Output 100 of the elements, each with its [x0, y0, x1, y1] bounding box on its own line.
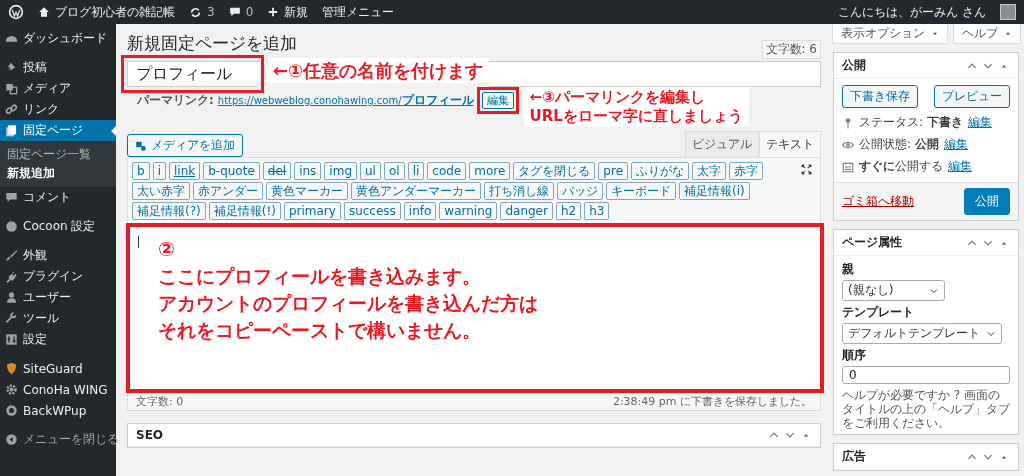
admin-menu-link[interactable]: 管理メニュー [322, 3, 395, 21]
trash-link[interactable]: ゴミ箱へ移動 [842, 193, 914, 210]
quicktag-button[interactable]: キーボード [606, 182, 676, 200]
sidebar-item[interactable]: コメント [0, 187, 116, 208]
quicktag-button[interactable]: link [168, 162, 201, 180]
edit-button[interactable]: 編集 [481, 91, 514, 109]
word-count: 文字数: 0 [136, 394, 184, 409]
quicktag-button[interactable]: b [132, 162, 150, 180]
gear-icon [5, 383, 18, 396]
save-draft-button[interactable]: 下書き保存 [842, 85, 918, 108]
highlight-frame [476, 86, 519, 114]
quicktag-button[interactable]: 補足情報(i) [679, 182, 750, 200]
editor-tab[interactable]: テキスト [759, 131, 821, 157]
shield-icon [5, 362, 18, 375]
quicktag-button[interactable]: img [324, 162, 357, 180]
quicktag-button[interactable]: code [427, 162, 467, 180]
quicktag-button[interactable]: warning [439, 202, 498, 220]
edit-link[interactable]: 編集 [948, 158, 972, 175]
sliders-icon [5, 333, 18, 346]
help-text: ヘルプが必要ですか ? 画面のタイトルの上の「ヘルプ」タブをご利用ください。 [842, 388, 1010, 430]
sidebar-item[interactable]: ダッシュボード [0, 28, 116, 49]
quicktag-button[interactable]: 黄色アンダーマーカー [351, 182, 481, 200]
quicktag-button[interactable]: ins [294, 162, 322, 180]
quicktag-button[interactable]: 太い赤字 [132, 182, 190, 200]
quicktag-button[interactable]: 黄色マーカー [266, 182, 348, 200]
sidebar-item[interactable]: ユーザー [0, 287, 116, 308]
submenu-item[interactable]: 新規追加 [0, 164, 116, 183]
quicktag-button[interactable]: 補足情報(!) [208, 202, 281, 220]
circle-icon [5, 220, 18, 233]
title-field[interactable]: プロフィール [127, 61, 259, 87]
pages-icon [5, 124, 18, 137]
add-media-button[interactable]: メディアを追加 [127, 134, 243, 157]
template-select[interactable]: デフォルトテンプレート [842, 323, 1002, 344]
quicktag-button[interactable]: ol [383, 162, 405, 180]
quicktag-button[interactable]: i [152, 162, 166, 180]
speech-bubble-icon [5, 191, 18, 204]
sidebar-item[interactable]: 投稿 [0, 57, 116, 78]
panel-title: SEO [136, 428, 164, 442]
sidebar-item[interactable]: ツール [0, 308, 116, 329]
edit-link[interactable]: 編集 [967, 114, 992, 131]
sidebar-item[interactable]: リンク [0, 99, 116, 120]
quicktag-button[interactable]: danger [500, 202, 553, 220]
parent-select[interactable]: (親なし) [842, 280, 946, 301]
home-icon [38, 6, 50, 18]
quicktag-button[interactable]: ul [360, 162, 381, 180]
sidebar-item[interactable]: プラグイン [0, 266, 116, 287]
screen-tab[interactable]: ヘルプ [953, 24, 1021, 44]
field-label: 順序 [842, 347, 867, 364]
quicktag-button[interactable]: 赤アンダー [193, 182, 263, 200]
autosave-status: 2:38:49 pm に下書きを保存しました。 [612, 394, 812, 409]
calendar-icon [842, 160, 854, 173]
quicktag-button[interactable]: primary [283, 202, 341, 220]
text-cursor [138, 236, 139, 248]
screen-tab[interactable]: 表示オプション [832, 24, 948, 44]
sidebar-item[interactable]: 外観 [0, 245, 116, 266]
quicktag-button[interactable]: 打ち消し線 [484, 182, 554, 200]
sidebar-item[interactable]: 固定ページ [0, 120, 116, 141]
quicktag-button[interactable]: h2 [555, 202, 582, 220]
site-name[interactable]: ブログ初心者の雑記帳 [55, 3, 175, 21]
text-editor[interactable]: ② ここにプロフィールを書き込みます。 アカウントのプロフィールを書き込んだ方は それをコピーペーストで構いません。 [127, 223, 821, 393]
publish-button[interactable]: 公開 [964, 188, 1010, 215]
sidebar-item[interactable]: メディア [0, 78, 116, 99]
quicktag-button[interactable]: 補足情報(?) [132, 202, 206, 220]
plug-icon [5, 270, 18, 283]
sidebar-item[interactable]: SiteGuard [0, 358, 116, 379]
quicktag-button[interactable]: info [403, 202, 437, 220]
quicktag-button[interactable]: pre [598, 162, 629, 180]
quicktag-button[interactable]: more [469, 162, 511, 180]
comment-count[interactable]: 0 [245, 5, 254, 19]
status-text: ステータス: 下書き [859, 114, 963, 131]
sidebar-item[interactable]: 設定 [0, 329, 116, 350]
quicktag-button[interactable]: li [407, 162, 425, 180]
quicktag-button[interactable]: b-quote [203, 162, 260, 180]
submenu-item[interactable]: 固定ページ一覧 [0, 145, 116, 164]
editor-tab[interactable]: ビジュアル [685, 131, 759, 157]
quicktag-button[interactable]: success [343, 202, 401, 220]
quicktag-button[interactable]: タグを閉じる [513, 162, 596, 180]
sidebar-item[interactable]: Cocoon 設定 [0, 216, 116, 237]
quicktag-button[interactable]: h3 [584, 202, 610, 220]
speech-bubble-icon [228, 6, 241, 18]
greeting[interactable]: こんにちは、がーみん さん [838, 3, 986, 21]
sidebar-item[interactable]: BackWPup [0, 400, 116, 421]
update-count[interactable]: 3 [207, 5, 215, 19]
status-text: 公開状態: 公開 [859, 136, 939, 153]
edit-link[interactable]: 編集 [943, 136, 968, 153]
quicktag-button[interactable]: del [262, 162, 292, 180]
paintbrush-icon [5, 249, 18, 262]
quicktag-button[interactable]: ふりがな [631, 162, 690, 180]
preview-button[interactable]: プレビュー [934, 85, 1010, 108]
person-icon [5, 291, 18, 304]
sidebar-item[interactable]: ConoHa WING [0, 379, 116, 400]
permalink-link[interactable]: https://webweblog.conohawing.com/プロフィール [217, 91, 474, 109]
avatar[interactable] [1000, 4, 1016, 20]
panel-title: 公開 [842, 57, 866, 74]
word-count: 文字数: 6 [761, 40, 821, 59]
quicktag-button[interactable]: バッジ [557, 182, 603, 200]
quicktag-button[interactable]: 太字 [692, 162, 727, 180]
quicktag-button[interactable]: 赤字 [729, 162, 764, 180]
new-link[interactable]: 新規 [284, 3, 309, 21]
order-field[interactable]: 0 [842, 366, 1010, 384]
